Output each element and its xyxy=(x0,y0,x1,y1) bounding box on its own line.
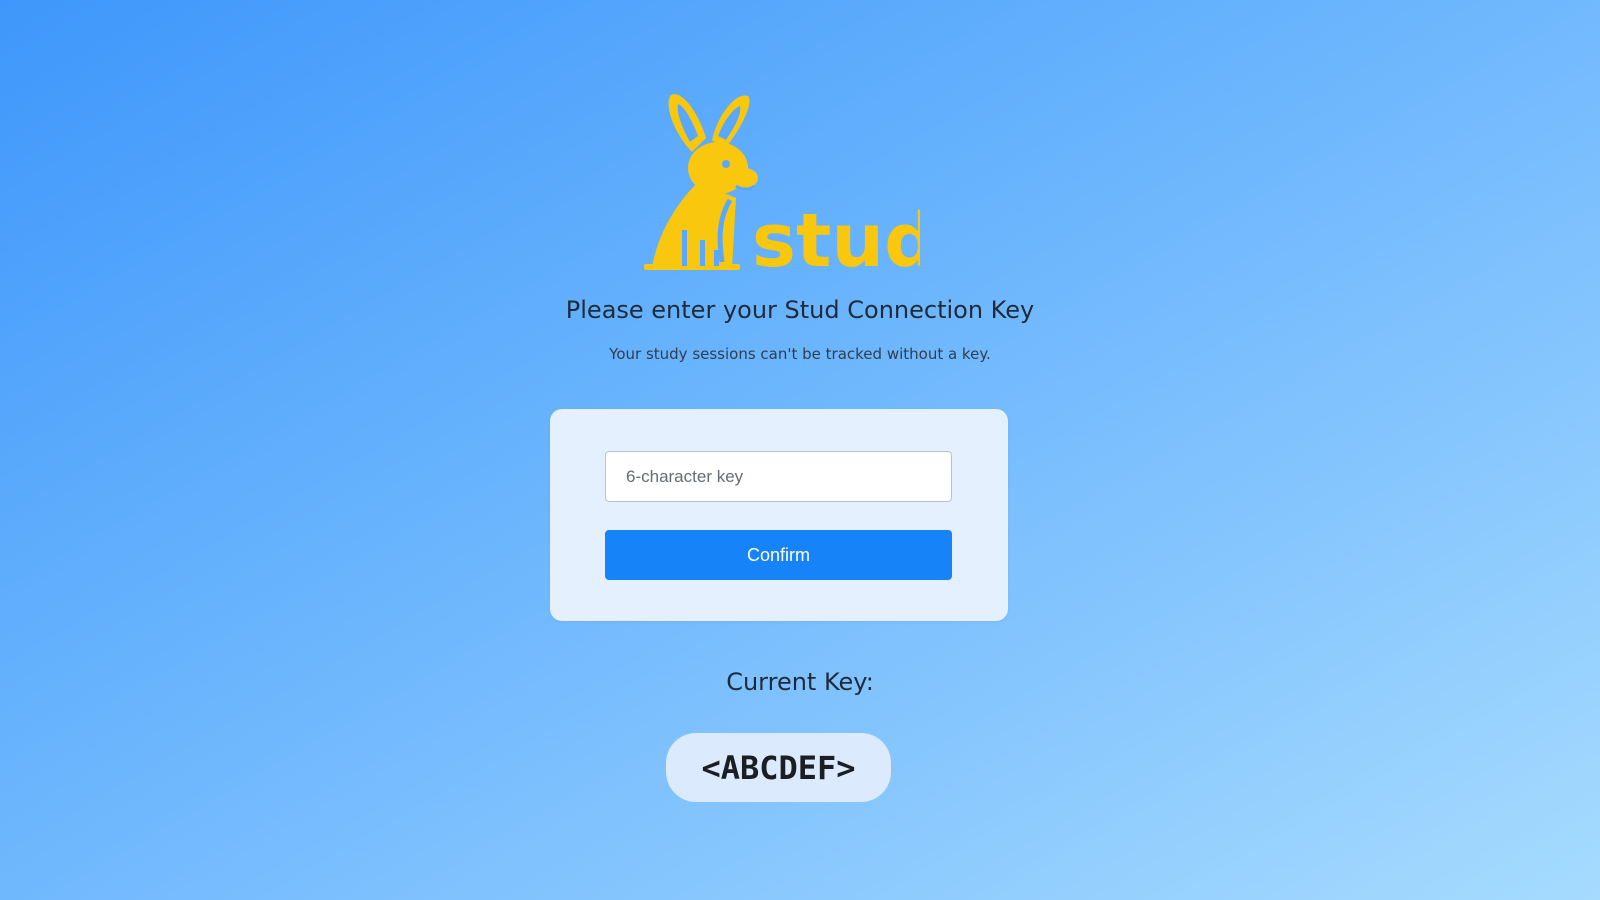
current-key-label: Current Key: xyxy=(726,668,874,696)
key-entry-card: Confirm xyxy=(550,409,1008,621)
connection-key-input[interactable] xyxy=(605,451,952,502)
page-subtitle: Your study sessions can't be tracked wit… xyxy=(609,345,991,363)
stud-logo: stud xyxy=(640,90,920,276)
current-key-badge: <ABCDEF> xyxy=(666,733,891,802)
rabbit-icon: stud xyxy=(644,94,920,276)
page-title: Please enter your Stud Connection Key xyxy=(565,296,1035,324)
confirm-button[interactable]: Confirm xyxy=(605,530,952,580)
logo-wordmark: stud xyxy=(752,198,920,276)
